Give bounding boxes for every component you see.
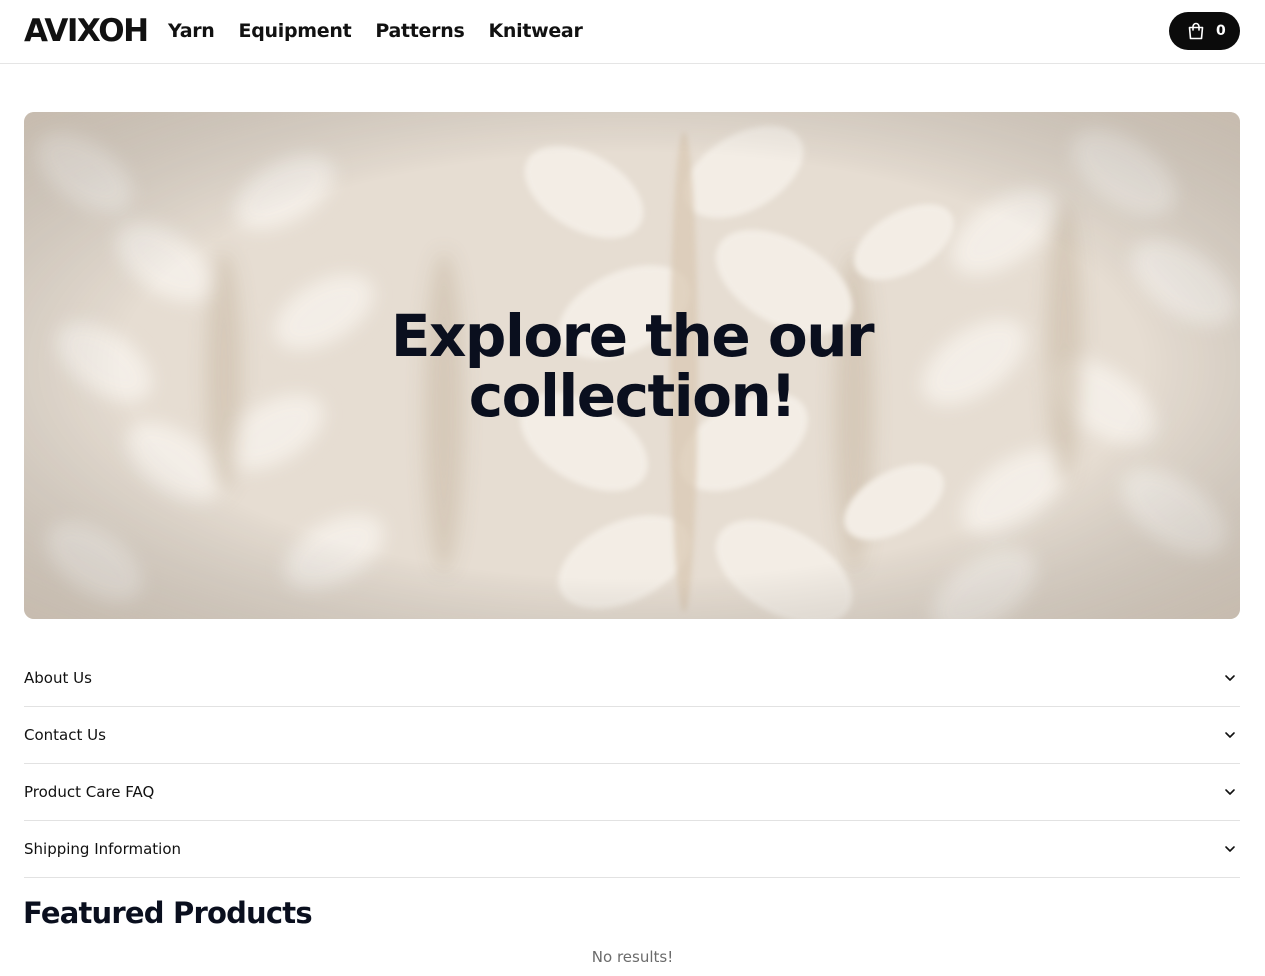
cart-count: 0 bbox=[1216, 23, 1226, 39]
accordion-label: About Us bbox=[24, 669, 92, 687]
main-nav: Yarn Equipment Patterns Knitwear bbox=[168, 18, 583, 44]
hero-title: Explore the our collection! bbox=[24, 306, 1240, 426]
no-results-message: No results! bbox=[591, 948, 674, 966]
accordion-item-about-us[interactable]: About Us bbox=[24, 650, 1240, 707]
cart-button[interactable]: 0 bbox=[1169, 12, 1240, 50]
hero-banner: Explore the our collection! bbox=[24, 112, 1240, 619]
nav-link-yarn[interactable]: Yarn bbox=[168, 18, 215, 44]
nav-link-knitwear[interactable]: Knitwear bbox=[488, 18, 582, 44]
chevron-down-icon bbox=[1225, 675, 1235, 681]
chevron-down-icon bbox=[1225, 732, 1235, 738]
accordion-item-contact-us[interactable]: Contact Us bbox=[24, 707, 1240, 764]
shopping-bag-icon bbox=[1186, 21, 1206, 41]
chevron-down-icon bbox=[1225, 846, 1235, 852]
accordion-item-shipping-information[interactable]: Shipping Information bbox=[24, 821, 1240, 878]
nav-link-patterns[interactable]: Patterns bbox=[375, 18, 464, 44]
chevron-down-icon bbox=[1225, 789, 1235, 795]
featured-products-heading: Featured Products bbox=[23, 896, 313, 930]
accordion-label: Product Care FAQ bbox=[24, 783, 155, 801]
accordion-label: Contact Us bbox=[24, 726, 106, 744]
logo-text: AVIXOH bbox=[24, 12, 149, 49]
hero-title-line1: Explore the our bbox=[390, 302, 875, 370]
hero-title-line2: collection! bbox=[468, 362, 797, 430]
site-header: AVIXOH Yarn Equipment Patterns Knitwear … bbox=[0, 0, 1265, 64]
site-logo[interactable]: AVIXOH bbox=[24, 12, 149, 49]
accordion-item-product-care-faq[interactable]: Product Care FAQ bbox=[24, 764, 1240, 821]
nav-link-equipment[interactable]: Equipment bbox=[239, 18, 352, 44]
accordion-label: Shipping Information bbox=[24, 840, 182, 858]
info-accordion: About Us Contact Us Product Care FAQ Shi… bbox=[24, 650, 1240, 878]
